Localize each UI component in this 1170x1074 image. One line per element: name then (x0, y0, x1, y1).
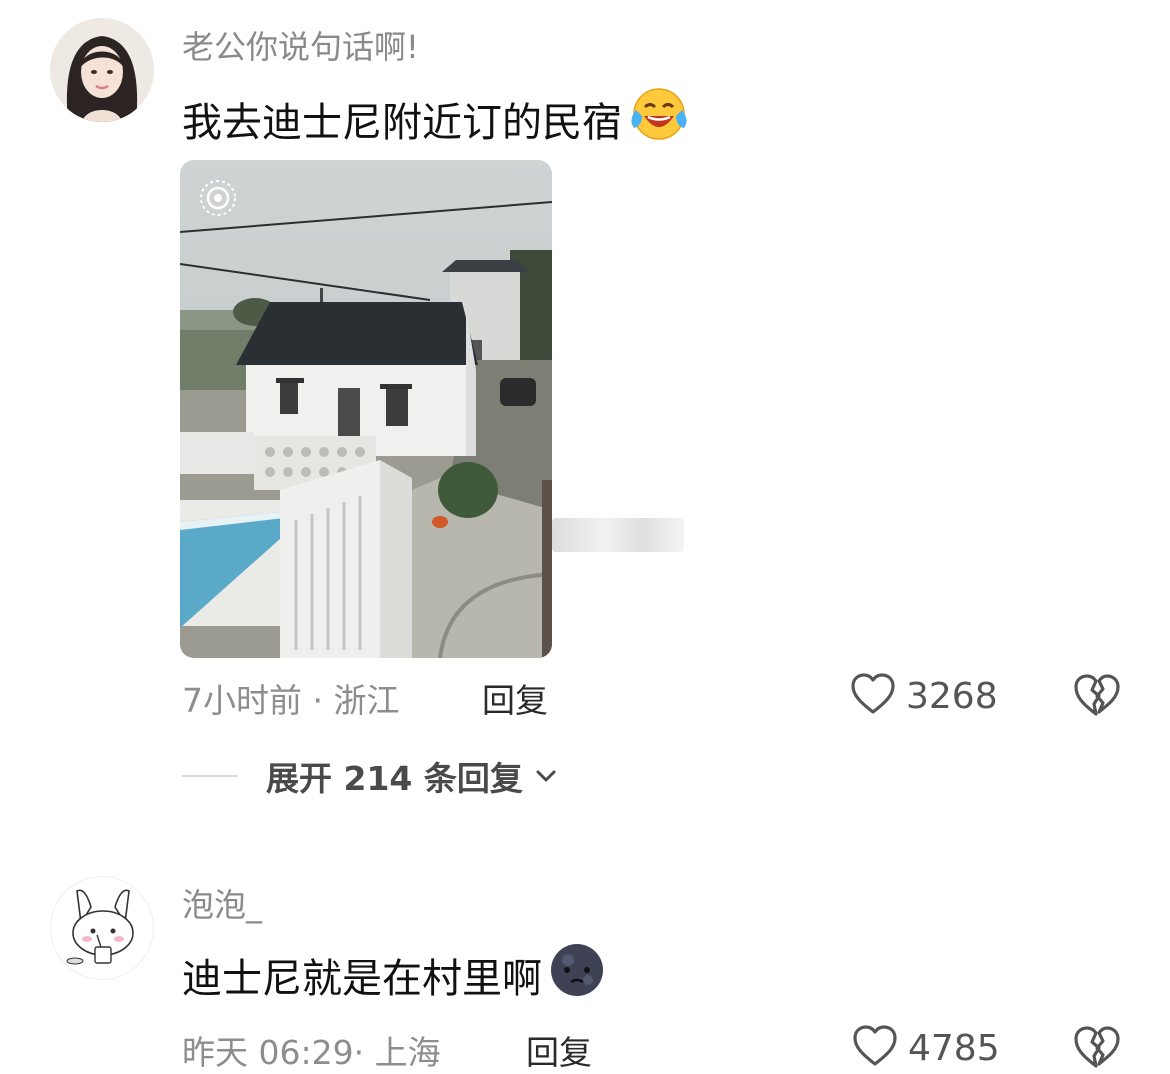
house-photo[interactable] (180, 160, 552, 658)
reply-button[interactable]: 回复 (482, 674, 548, 722)
avatar[interactable] (50, 876, 154, 980)
comment-meta: 昨天 06:29· 上海 (182, 1033, 441, 1072)
expand-replies-button[interactable]: 展开 214 条回复 (182, 752, 559, 800)
expand-replies-label: 展开 214 条回复 (266, 759, 523, 798)
laughing-crying-emoji-icon (628, 86, 690, 152)
username[interactable]: 泡泡_ (182, 880, 262, 926)
chevron-down-icon (533, 766, 559, 786)
comment-text: 我去迪士尼附近订的民宿 (182, 86, 690, 152)
comment-meta: 7小时前 · 浙江 (182, 681, 400, 720)
username[interactable]: 老公你说句话啊! (182, 22, 419, 68)
comment-item: 老公你说句话啊! 我去迪士尼附近订的民宿 7小时前 · 浙江 回复 3268 展… (0, 0, 1170, 820)
comment-text: 迪士尼就是在村里啊 (182, 942, 606, 1008)
heart-outline-icon (850, 672, 896, 720)
blurred-watermark (552, 518, 684, 552)
like-button[interactable]: 4785 (852, 1024, 1000, 1072)
dislike-button[interactable] (1072, 1024, 1120, 1074)
dark-moon-face-emoji-icon (548, 942, 606, 1008)
like-count: 4785 (908, 1027, 1000, 1069)
avatar[interactable] (50, 18, 154, 122)
comment-text-body: 我去迪士尼附近订的民宿 (182, 100, 622, 146)
like-button[interactable]: 3268 (850, 672, 998, 720)
comment-text-body: 迪士尼就是在村里啊 (182, 956, 542, 1002)
reply-button[interactable]: 回复 (526, 1026, 592, 1074)
like-count: 3268 (906, 675, 998, 717)
dislike-button[interactable] (1072, 672, 1120, 722)
heart-outline-icon (852, 1024, 898, 1072)
comment-item: 泡泡_ 迪士尼就是在村里啊 昨天 06:29· 上海 回复 4785 (0, 860, 1170, 1072)
broken-heart-icon (1072, 1026, 1120, 1074)
divider-line (182, 775, 238, 777)
broken-heart-icon (1072, 674, 1120, 722)
